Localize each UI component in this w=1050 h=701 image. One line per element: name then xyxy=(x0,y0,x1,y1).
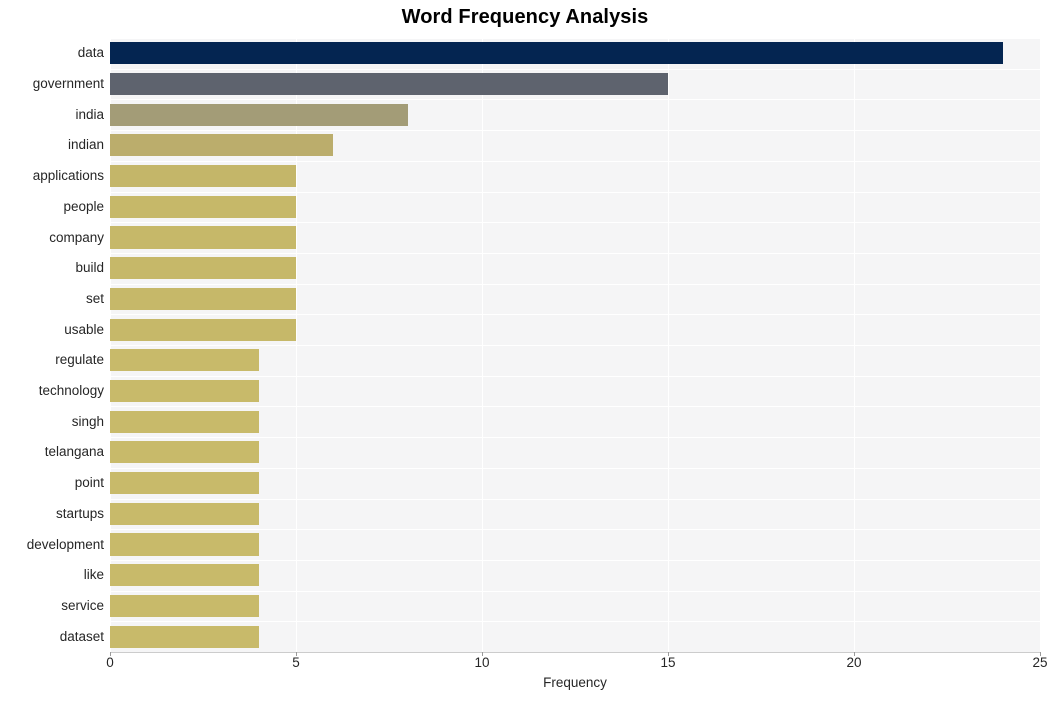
bar xyxy=(110,594,259,617)
y-axis-tick-label: build xyxy=(75,260,104,276)
x-axis-tick-label: 15 xyxy=(660,655,676,670)
bars-container xyxy=(110,38,1040,652)
x-axis-tick-label: 10 xyxy=(474,655,490,670)
y-axis-tick-label: technology xyxy=(38,383,104,399)
bar xyxy=(110,226,296,249)
y-axis-tick-label: usable xyxy=(64,321,104,337)
bar xyxy=(110,441,259,464)
y-axis-tick-label: company xyxy=(49,229,104,245)
chart-figure: Word Frequency Analysis data government in… xyxy=(0,0,1050,701)
bar xyxy=(110,72,668,96)
bar xyxy=(110,134,334,157)
bar xyxy=(110,165,296,188)
y-axis-tick-label: dataset xyxy=(59,628,104,644)
y-axis-tick-label: india xyxy=(75,106,104,122)
bar xyxy=(110,349,259,372)
chart-title: Word Frequency Analysis xyxy=(401,6,649,28)
x-axis-tick-label: 5 xyxy=(292,655,300,670)
gridline-vertical xyxy=(1040,38,1041,652)
x-axis-title: Frequency xyxy=(543,675,607,690)
x-axis-tick-label: 20 xyxy=(846,655,862,670)
bar xyxy=(110,42,1003,65)
plot-area xyxy=(110,38,1041,653)
y-axis-tick-label: point xyxy=(74,475,104,491)
x-axis-tick-label: 0 xyxy=(106,655,114,670)
y-axis-tick-label: people xyxy=(63,198,104,214)
y-axis-tick-label: development xyxy=(26,536,104,552)
y-axis-tick-label: like xyxy=(83,567,104,583)
y-axis-tick-label: set xyxy=(85,290,104,306)
bar xyxy=(110,257,296,280)
bar xyxy=(110,379,259,403)
bar xyxy=(110,318,296,341)
y-axis-tick-label: indian xyxy=(67,137,104,153)
bar xyxy=(110,195,296,218)
bar xyxy=(110,103,408,126)
y-axis-tick-labels: data government india indian applications peo… xyxy=(0,38,104,652)
bar xyxy=(110,564,259,587)
y-axis-tick-label: government xyxy=(32,76,104,92)
y-axis-tick-label: regulate xyxy=(55,352,104,368)
y-axis-tick-label: data xyxy=(77,45,104,61)
bar xyxy=(110,410,259,433)
y-axis-tick-label: applications xyxy=(32,168,104,184)
y-axis-tick-label: startups xyxy=(55,505,104,521)
y-axis-tick-label: singh xyxy=(71,413,104,429)
bar xyxy=(110,625,259,648)
bar xyxy=(110,287,296,310)
y-axis-tick-label: telangana xyxy=(44,444,104,460)
x-axis-line xyxy=(110,652,1040,653)
y-axis-tick-label: service xyxy=(61,597,104,613)
x-axis-tick-label: 25 xyxy=(1032,655,1048,670)
bar xyxy=(110,502,259,525)
bar xyxy=(110,533,259,556)
bar xyxy=(110,472,259,495)
